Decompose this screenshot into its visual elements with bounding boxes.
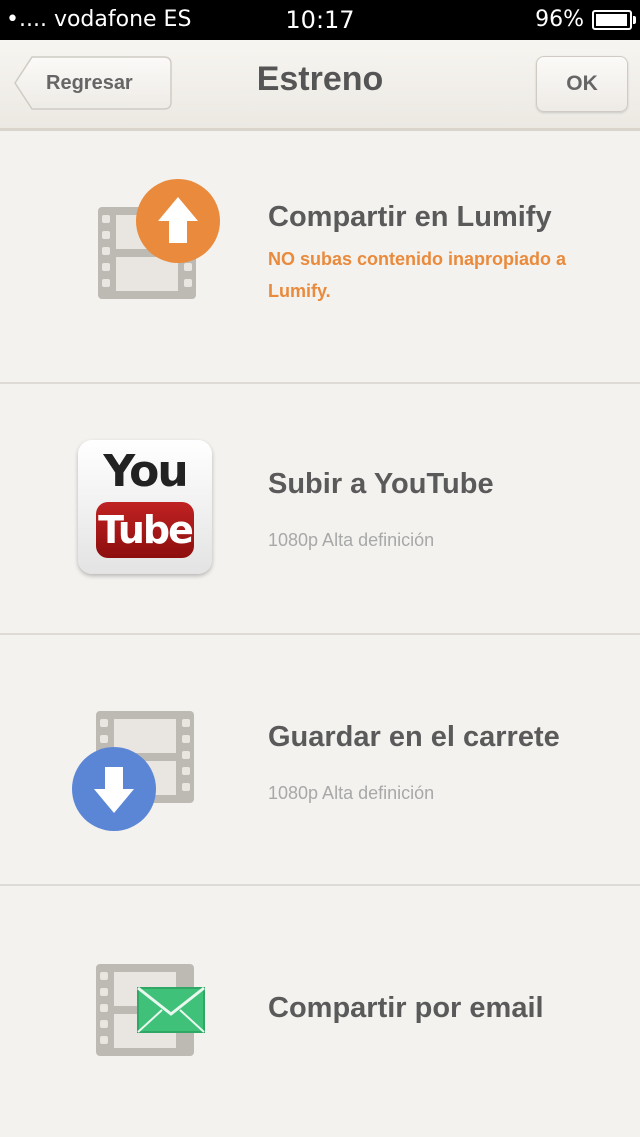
film-upload-icon bbox=[98, 179, 220, 299]
status-bar: •.... vodafone ES 10:17 96% bbox=[0, 0, 640, 40]
option-upload-youtube[interactable]: You Tube Subir a YouTube 1080p Alta defi… bbox=[0, 382, 640, 635]
option-subtitle: 1080p Alta definición bbox=[268, 783, 435, 803]
youtube-icon: You Tube bbox=[78, 440, 212, 574]
option-subtitle: 1080p Alta definición bbox=[268, 530, 435, 550]
youtube-logo-tube: Tube bbox=[96, 502, 194, 558]
youtube-logo-you: You bbox=[103, 446, 188, 497]
option-title: Compartir por email bbox=[268, 992, 544, 1024]
option-title: Guardar en el carrete bbox=[268, 721, 560, 753]
status-right: 96% bbox=[535, 0, 636, 40]
battery-percent: 96% bbox=[535, 7, 584, 32]
navigation-bar: Regresar Estreno OK bbox=[0, 40, 640, 131]
film-email-icon bbox=[96, 964, 205, 1056]
option-share-lumify[interactable]: Compartir en Lumify NO subas contenido i… bbox=[0, 131, 640, 384]
battery-icon bbox=[592, 10, 636, 30]
option-save-camera-roll[interactable]: Guardar en el carrete 1080p Alta definic… bbox=[0, 633, 640, 886]
film-download-icon bbox=[72, 711, 194, 831]
option-title: Compartir en Lumify bbox=[268, 201, 552, 233]
battery-level bbox=[596, 14, 627, 26]
option-share-email[interactable]: Compartir por email bbox=[0, 884, 640, 1137]
option-warning: NO subas contenido inapropiado a Lumify. bbox=[268, 249, 567, 301]
ok-button[interactable]: OK bbox=[536, 56, 628, 112]
option-title: Subir a YouTube bbox=[268, 468, 494, 500]
